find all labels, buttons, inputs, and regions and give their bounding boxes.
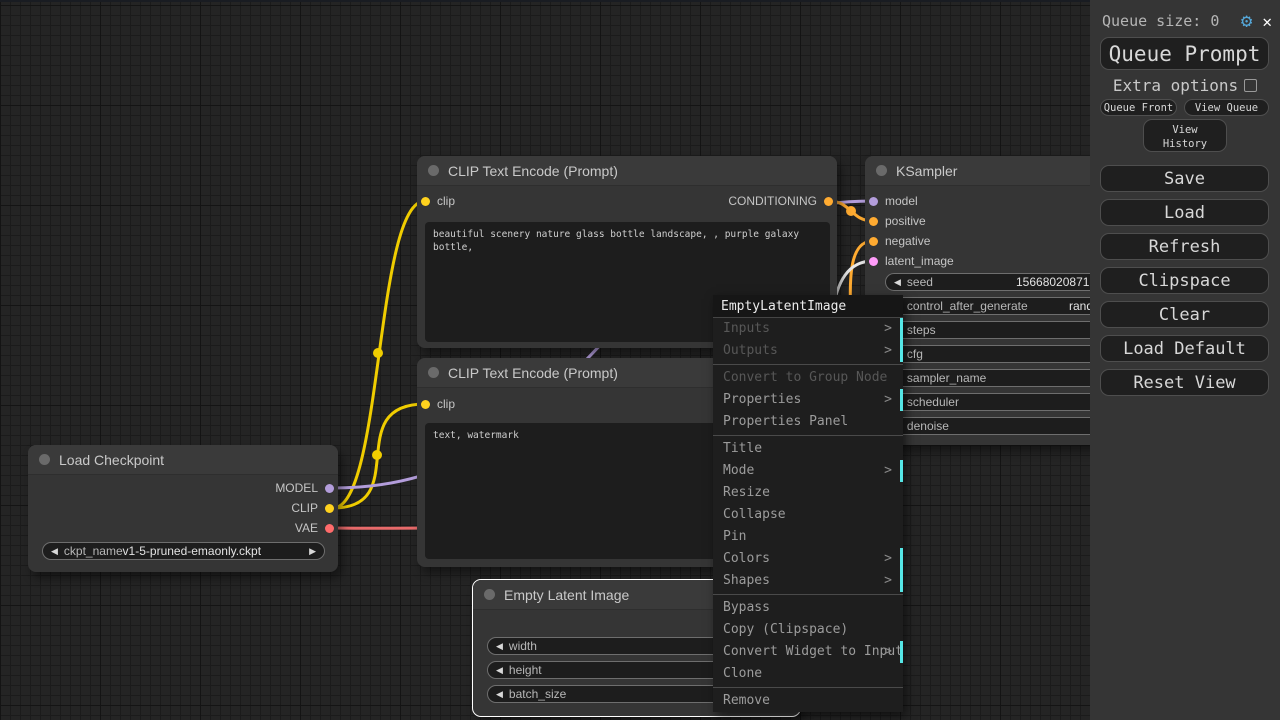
- widget-value: 15668020871: [1016, 275, 1090, 289]
- widget-label: seed: [906, 275, 933, 289]
- latent-port[interactable]: [869, 256, 878, 266]
- menu-separator: [713, 364, 903, 365]
- extra-options-row: Extra options: [1090, 75, 1280, 95]
- clipspace-button[interactable]: Clipspace: [1100, 267, 1269, 294]
- node-header[interactable]: Load Checkpoint: [28, 445, 338, 475]
- node-header[interactable]: CLIP Text Encode (Prompt): [417, 156, 837, 186]
- collapse-dot-icon[interactable]: [876, 165, 887, 176]
- prev-value-arrow-icon[interactable]: ◀: [496, 662, 503, 678]
- vae-port[interactable]: [325, 523, 334, 533]
- collapse-dot-icon[interactable]: [428, 367, 439, 378]
- widget-label: control_after_generate: [906, 299, 1028, 313]
- menu-item-outputs[interactable]: Outputs >: [713, 340, 903, 362]
- output-slot-clip[interactable]: CLIP: [28, 498, 338, 518]
- submenu-arrow-icon: >: [884, 644, 892, 659]
- menu-item-shapes[interactable]: Shapes >: [713, 570, 903, 592]
- menu-item-convert-to-group-node[interactable]: Convert to Group Node: [713, 367, 903, 389]
- submenu-arrow-icon: >: [884, 463, 892, 478]
- output-slot-vae[interactable]: VAE: [28, 518, 338, 538]
- widget-label: denoise: [906, 419, 949, 433]
- queue-prompt-button[interactable]: Queue Prompt: [1100, 37, 1269, 70]
- prev-value-arrow-icon[interactable]: ◀: [51, 543, 58, 559]
- widget-label: height: [508, 663, 542, 677]
- comfyui-screen: Load Checkpoint MODEL CLIP VAE ◀ ckpt_na…: [0, 0, 1280, 720]
- menu-item-colors[interactable]: Colors >: [713, 548, 903, 570]
- next-value-arrow-icon[interactable]: ▶: [309, 543, 316, 559]
- context-menu-title: EmptyLatentImage: [713, 295, 903, 318]
- node-context-menu: EmptyLatentImage Inputs > Outputs > Conver…: [713, 295, 903, 712]
- submenu-arrow-icon: >: [884, 573, 892, 588]
- menu-item-clone[interactable]: Clone: [713, 663, 903, 685]
- node-title: Empty Latent Image: [504, 586, 630, 603]
- prev-value-arrow-icon[interactable]: ◀: [496, 638, 503, 654]
- node-title: CLIP Text Encode (Prompt): [448, 162, 618, 179]
- conditioning-port[interactable]: [869, 236, 878, 246]
- refresh-button[interactable]: Refresh: [1100, 233, 1269, 260]
- submenu-arrow-icon: >: [884, 392, 892, 407]
- menu-separator: [713, 594, 903, 595]
- ckpt-name-combo-widget[interactable]: ◀ ckpt_name v1-5-pruned-emaonly.ckpt ▶: [42, 542, 325, 560]
- input-slot-clip[interactable]: clip: [417, 394, 537, 414]
- model-port[interactable]: [869, 196, 878, 206]
- widget-label: ckpt_name: [63, 544, 123, 558]
- collapse-dot-icon[interactable]: [428, 165, 439, 176]
- node-load-checkpoint[interactable]: Load Checkpoint MODEL CLIP VAE ◀ ckpt_na…: [28, 445, 338, 572]
- submenu-arrow-icon: >: [884, 343, 892, 358]
- menu-item-collapse[interactable]: Collapse: [713, 504, 903, 526]
- load-button[interactable]: Load: [1100, 199, 1269, 226]
- widget-value: v1-5-pruned-emaonly.ckpt: [122, 544, 262, 558]
- queue-size-label: Queue size: 0: [1102, 12, 1220, 30]
- menu-item-properties-panel[interactable]: Properties Panel: [713, 411, 903, 433]
- menu-item-bypass[interactable]: Bypass: [713, 597, 903, 619]
- clip-port[interactable]: [325, 503, 334, 513]
- clear-button[interactable]: Clear: [1100, 301, 1269, 328]
- prev-value-arrow-icon[interactable]: ◀: [894, 274, 901, 290]
- conditioning-port[interactable]: [869, 216, 878, 226]
- menu-item-convert-widget-to-input[interactable]: Convert Widget to Input >: [713, 641, 903, 663]
- view-history-button[interactable]: View History: [1143, 119, 1227, 152]
- submenu-arrow-icon: >: [884, 551, 892, 566]
- menu-item-resize[interactable]: Resize: [713, 482, 903, 504]
- widget-label: batch_size: [508, 687, 567, 701]
- menu-item-copy-clipspace[interactable]: Copy (Clipspace): [713, 619, 903, 641]
- comfy-menu-panel: Queue size: 0 ⚙ ✕ Queue Prompt Extra opt…: [1090, 0, 1280, 720]
- view-queue-button[interactable]: View Queue: [1184, 99, 1269, 116]
- model-port[interactable]: [325, 483, 334, 493]
- collapse-dot-icon[interactable]: [484, 589, 495, 600]
- menu-item-mode[interactable]: Mode >: [713, 460, 903, 482]
- input-slot-clip[interactable]: clip: [417, 191, 537, 211]
- menu-item-properties[interactable]: Properties >: [713, 389, 903, 411]
- menu-item-pin[interactable]: Pin: [713, 526, 903, 548]
- node-title: KSampler: [896, 162, 958, 179]
- clip-port[interactable]: [421, 399, 430, 409]
- prev-value-arrow-icon[interactable]: ◀: [496, 686, 503, 702]
- output-slot-conditioning[interactable]: CONDITIONING: [637, 191, 837, 211]
- widget-label: sampler_name: [906, 371, 987, 385]
- conditioning-port[interactable]: [824, 196, 833, 206]
- load-default-button[interactable]: Load Default: [1100, 335, 1269, 362]
- widget-label: steps: [906, 323, 936, 337]
- node-title: CLIP Text Encode (Prompt): [448, 364, 618, 381]
- extra-options-checkbox[interactable]: [1244, 78, 1258, 92]
- widget-label: scheduler: [906, 395, 959, 409]
- reset-view-button[interactable]: Reset View: [1100, 369, 1269, 396]
- menu-separator: [713, 687, 903, 688]
- output-slot-model[interactable]: MODEL: [28, 478, 338, 498]
- menu-separator: [713, 435, 903, 436]
- menu-item-title[interactable]: Title: [713, 438, 903, 460]
- collapse-dot-icon[interactable]: [39, 454, 50, 465]
- queue-size-row: Queue size: 0 ⚙ ✕: [1102, 10, 1272, 32]
- clip-port[interactable]: [421, 196, 430, 206]
- menu-item-remove[interactable]: Remove: [713, 690, 903, 712]
- save-button[interactable]: Save: [1100, 165, 1269, 192]
- submenu-arrow-icon: >: [884, 321, 892, 336]
- menu-item-inputs[interactable]: Inputs >: [713, 318, 903, 340]
- gear-icon[interactable]: ⚙: [1241, 11, 1252, 31]
- widget-label: width: [508, 639, 537, 653]
- widget-label: cfg: [906, 347, 923, 361]
- extra-options-label: Extra options: [1112, 75, 1239, 95]
- close-icon[interactable]: ✕: [1262, 12, 1272, 31]
- node-title: Load Checkpoint: [59, 451, 165, 468]
- queue-front-button[interactable]: Queue Front: [1100, 99, 1177, 116]
